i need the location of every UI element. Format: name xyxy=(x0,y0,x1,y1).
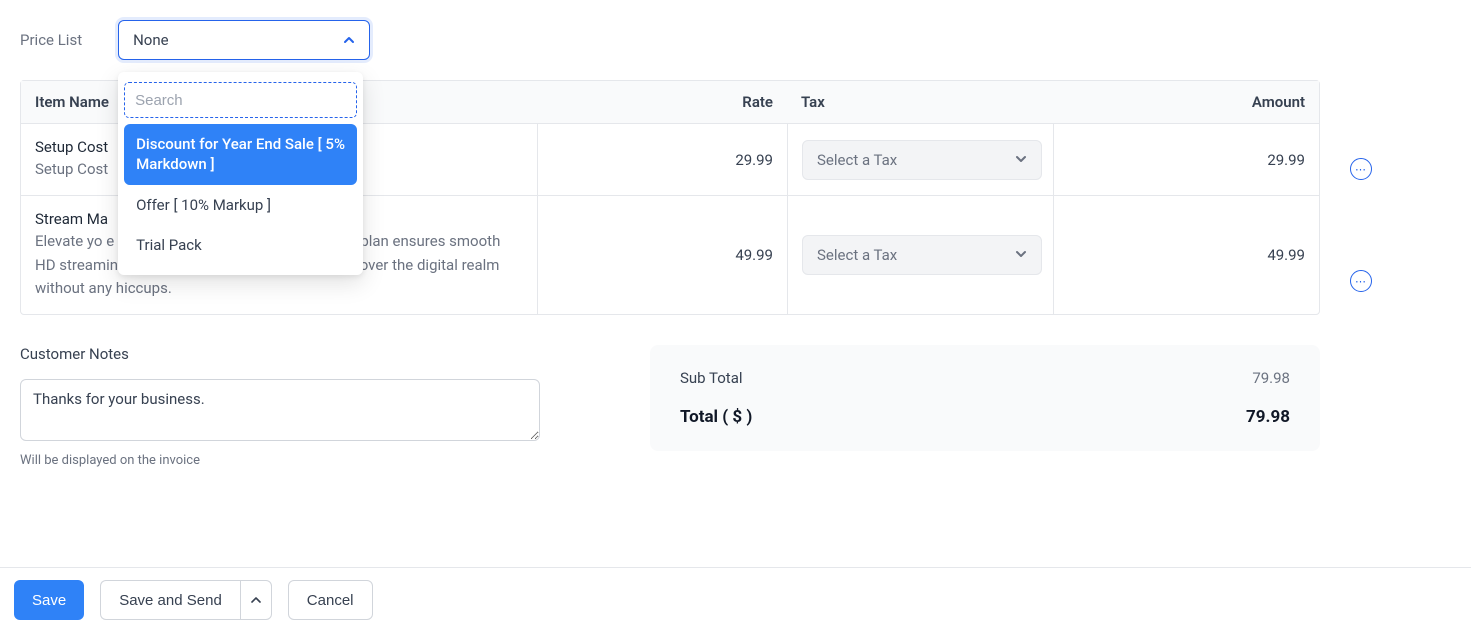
item-rate: 29.99 xyxy=(537,124,787,196)
price-list-dropdown: Discount for Year End Sale [ 5% Markdown… xyxy=(118,72,363,275)
total-label: Total ( $ ) xyxy=(680,407,752,427)
customer-notes-input[interactable] xyxy=(20,379,540,441)
col-header-tax: Tax xyxy=(787,81,1053,124)
subtotal-label: Sub Total xyxy=(680,369,743,387)
chevron-up-icon xyxy=(343,34,355,46)
item-rate: 49.99 xyxy=(537,196,787,314)
row-actions-button[interactable]: ⋯ xyxy=(1350,270,1372,292)
total-value: 79.98 xyxy=(1246,407,1290,427)
footer-bar: Save Save and Send Cancel xyxy=(0,567,1471,632)
col-header-amount: Amount xyxy=(1053,81,1319,124)
price-list-search-input[interactable] xyxy=(124,82,357,118)
subtotal-value: 79.98 xyxy=(1252,369,1290,387)
tax-select-placeholder: Select a Tax xyxy=(817,151,897,169)
col-header-rate: Rate xyxy=(537,81,787,124)
row-actions-button[interactable]: ⋯ xyxy=(1350,158,1372,180)
ellipsis-icon: ⋯ xyxy=(1355,163,1367,176)
customer-notes-label: Customer Notes xyxy=(20,345,540,363)
save-button[interactable]: Save xyxy=(14,580,84,620)
item-amount: 29.99 xyxy=(1053,124,1319,196)
price-list-option[interactable]: Discount for Year End Sale [ 5% Markdown… xyxy=(124,124,357,185)
caret-up-icon xyxy=(251,592,261,609)
price-list-option[interactable]: Trial Pack xyxy=(124,225,357,265)
save-and-send-button[interactable]: Save and Send xyxy=(100,580,240,620)
totals-panel: Sub Total 79.98 Total ( $ ) 79.98 xyxy=(650,345,1320,451)
item-amount: 49.99 xyxy=(1053,196,1319,314)
chevron-down-icon xyxy=(1015,246,1027,264)
price-list-select[interactable]: None xyxy=(118,20,370,60)
tax-select[interactable]: Select a Tax xyxy=(802,235,1042,275)
price-list-selected-value: None xyxy=(133,31,169,49)
tax-select[interactable]: Select a Tax xyxy=(802,140,1042,180)
chevron-down-icon xyxy=(1015,151,1027,169)
save-and-send-dropdown-toggle[interactable] xyxy=(240,580,272,620)
price-list-option[interactable]: Offer [ 10% Markup ] xyxy=(124,185,357,225)
price-list-label: Price List xyxy=(20,31,82,49)
tax-select-placeholder: Select a Tax xyxy=(817,246,897,264)
cancel-button[interactable]: Cancel xyxy=(288,580,373,620)
ellipsis-icon: ⋯ xyxy=(1355,275,1367,288)
customer-notes-hint: Will be displayed on the invoice xyxy=(20,453,540,468)
